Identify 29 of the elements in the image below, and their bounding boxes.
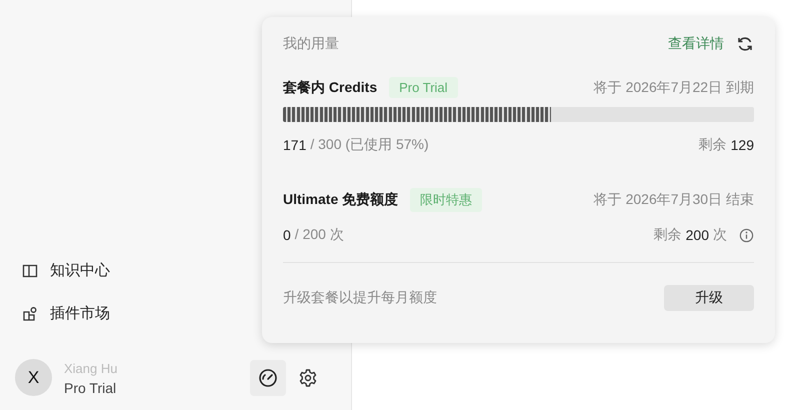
settings-icon[interactable] <box>298 368 318 388</box>
plan-tag: Pro Trial <box>389 77 458 98</box>
view-details-link[interactable]: 查看详情 <box>668 35 724 53</box>
used-count: 171 <box>283 137 306 153</box>
remaining-unit: 次 <box>713 226 727 244</box>
remaining-count: 200 <box>686 227 709 243</box>
plugin-icon <box>22 306 38 322</box>
remaining-label: 剩余 <box>654 226 682 244</box>
expiry-date: 将于 2026年7月30日 结束 <box>594 191 754 209</box>
upgrade-button[interactable]: 升级 <box>664 285 754 311</box>
remaining-count: 129 <box>730 137 754 153</box>
user-avatar[interactable]: X <box>15 359 52 396</box>
user-plan: Pro Trial <box>64 380 118 396</box>
remaining-label: 剩余 <box>698 136 727 154</box>
used-count: 0 <box>283 227 291 243</box>
book-icon <box>22 262 38 278</box>
user-name: Xiang Hu <box>64 361 118 376</box>
info-icon[interactable] <box>739 228 754 242</box>
quota-title: Ultimate 免费额度 <box>283 191 398 209</box>
usage-gauge-button[interactable] <box>250 360 286 396</box>
refresh-icon[interactable] <box>736 35 754 53</box>
total-count: / 300 (已使用 57%) <box>310 136 429 154</box>
upgrade-hint: 升级套餐以提升每月额度 <box>283 289 437 307</box>
expiry-date: 将于 2026年7月22日 到期 <box>594 78 754 96</box>
plan-tag: 限时特惠 <box>410 188 482 212</box>
gauge-icon <box>258 368 278 388</box>
popup-title: 我的用量 <box>283 35 339 53</box>
total-count: / 200 次 <box>294 226 344 244</box>
quota-title: 套餐内 Credits <box>283 78 378 96</box>
